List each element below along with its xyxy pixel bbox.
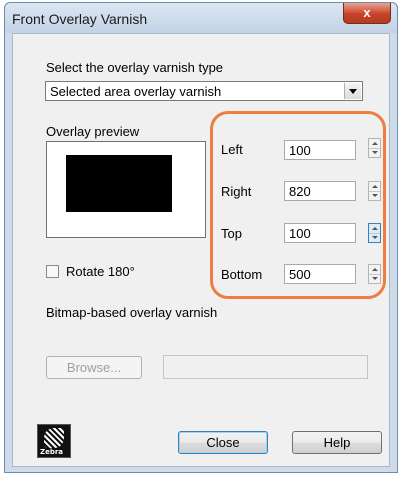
zebra-logo-text: Zebra (40, 448, 64, 456)
overlay-preview-label: Overlay preview (46, 124, 140, 139)
varnish-type-label: Select the overlay varnish type (46, 60, 224, 75)
zebra-stripes-icon (44, 428, 64, 448)
title-bar[interactable]: Front Overlay Varnish x (5, 3, 397, 33)
rotate-180-checkbox[interactable] (46, 265, 59, 278)
browse-button[interactable]: Browse... (46, 356, 142, 379)
close-button[interactable]: Close (178, 431, 268, 454)
close-window-button[interactable]: x (343, 3, 391, 24)
bitmap-varnish-label: Bitmap-based overlay varnish (46, 305, 218, 320)
bitmap-path-field[interactable] (163, 355, 368, 379)
coordinates-highlight-annotation (210, 111, 386, 299)
varnish-type-value: Selected area overlay varnish (50, 84, 222, 99)
help-button[interactable]: Help (292, 431, 382, 454)
window-title: Front Overlay Varnish (12, 11, 148, 27)
overlay-preview (46, 141, 206, 238)
chevron-down-icon[interactable] (344, 83, 361, 99)
varnish-type-select[interactable]: Selected area overlay varnish (45, 81, 363, 101)
zebra-logo: Zebra (37, 424, 71, 458)
overlay-preview-area (66, 155, 172, 212)
rotate-180-label: Rotate 180° (66, 264, 135, 279)
